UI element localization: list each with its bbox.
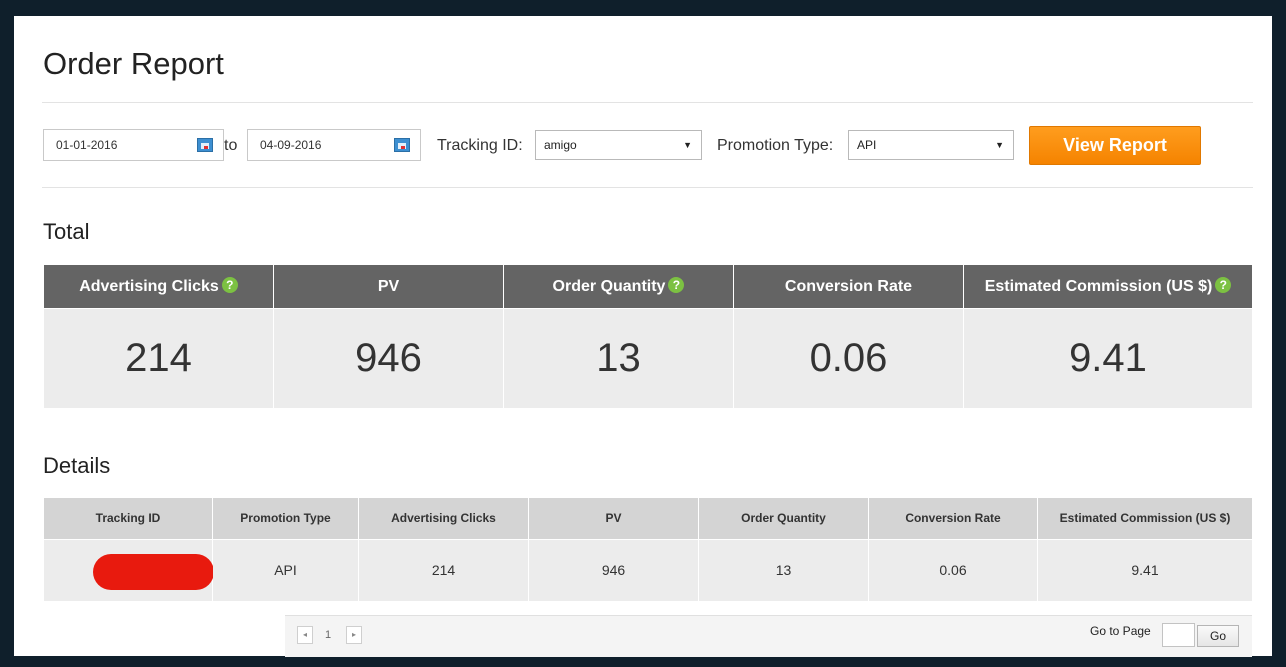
divider xyxy=(42,187,1253,188)
table-cell-promotion-type: API xyxy=(213,540,358,601)
total-col-order-quantity: Order Quantity? xyxy=(504,265,733,308)
column-label: Advertising Clicks xyxy=(79,278,219,295)
promotion-type-select[interactable]: API ▼ xyxy=(848,130,1014,160)
pagination-bar: ◂ 1 ▸ Go to Page Go xyxy=(285,615,1252,657)
go-button[interactable]: Go xyxy=(1197,625,1239,647)
promotion-type-value: API xyxy=(857,138,877,152)
calendar-icon[interactable] xyxy=(394,138,410,152)
column-label: Estimated Commission (US $) xyxy=(984,278,1213,295)
total-conversion-rate-value: 0.06 xyxy=(734,309,963,408)
tracking-id-label: Tracking ID: xyxy=(437,137,523,154)
start-date-field[interactable]: 01-01-2016 xyxy=(43,129,224,161)
details-col-advertising-clicks: Advertising Clicks xyxy=(359,498,528,539)
total-col-estimated-commission: Estimated Commission (US $)? xyxy=(964,265,1252,308)
column-label: Order Quantity xyxy=(552,278,666,295)
start-date-value: 01-01-2016 xyxy=(56,138,118,152)
details-col-promotion-type: Promotion Type xyxy=(213,498,358,539)
help-icon[interactable]: ? xyxy=(668,277,685,294)
divider xyxy=(42,102,1253,103)
details-col-order-quantity: Order Quantity xyxy=(699,498,868,539)
to-label: to xyxy=(224,137,238,154)
page-title: Order Report xyxy=(43,46,224,81)
page-number[interactable]: 1 xyxy=(325,626,331,644)
end-date-field[interactable]: 04-09-2016 xyxy=(247,129,421,161)
table-cell-conversion-rate: 0.06 xyxy=(869,540,1037,601)
details-col-conversion-rate: Conversion Rate xyxy=(869,498,1037,539)
total-advertising-clicks-value: 214 xyxy=(44,309,273,408)
total-col-pv: PV xyxy=(274,265,503,308)
next-page-icon[interactable]: ▸ xyxy=(346,626,362,644)
total-col-advertising-clicks: Advertising Clicks? xyxy=(44,265,273,308)
calendar-icon[interactable] xyxy=(197,138,213,152)
total-estimated-commission-value: 9.41 xyxy=(964,309,1252,408)
column-label: PV xyxy=(377,278,400,295)
end-date-value: 04-09-2016 xyxy=(260,138,322,152)
details-col-pv: PV xyxy=(529,498,698,539)
table-cell-estimated-commission: 9.41 xyxy=(1038,540,1252,601)
table-cell-order-quantity: 13 xyxy=(699,540,868,601)
prev-page-icon[interactable]: ◂ xyxy=(297,626,313,644)
column-label: Conversion Rate xyxy=(784,278,913,295)
help-icon[interactable]: ? xyxy=(1215,277,1232,294)
total-heading: Total xyxy=(43,219,90,244)
tracking-id-value: amigo xyxy=(544,138,577,152)
tracking-id-select[interactable]: amigo ▼ xyxy=(535,130,702,160)
chevron-down-icon: ▼ xyxy=(683,140,692,150)
view-report-button[interactable]: View Report xyxy=(1029,126,1201,165)
details-col-tracking-id: Tracking ID xyxy=(44,498,212,539)
redaction-mark xyxy=(93,554,214,590)
total-order-quantity-value: 13 xyxy=(504,309,733,408)
table-cell-advertising-clicks: 214 xyxy=(359,540,528,601)
report-panel: Order Report 01-01-2016 to 04-09-2016 Tr… xyxy=(14,16,1272,657)
help-icon[interactable]: ? xyxy=(221,277,238,294)
total-pv-value: 946 xyxy=(274,309,503,408)
goto-page-input[interactable] xyxy=(1162,623,1195,647)
goto-page-label: Go to Page xyxy=(1090,624,1151,638)
total-col-conversion-rate: Conversion Rate xyxy=(734,265,963,308)
promotion-type-label: Promotion Type: xyxy=(717,137,834,154)
details-col-estimated-commission: Estimated Commission (US $) xyxy=(1038,498,1252,539)
details-heading: Details xyxy=(43,453,111,478)
table-cell-pv: 946 xyxy=(529,540,698,601)
chevron-down-icon: ▼ xyxy=(995,140,1004,150)
